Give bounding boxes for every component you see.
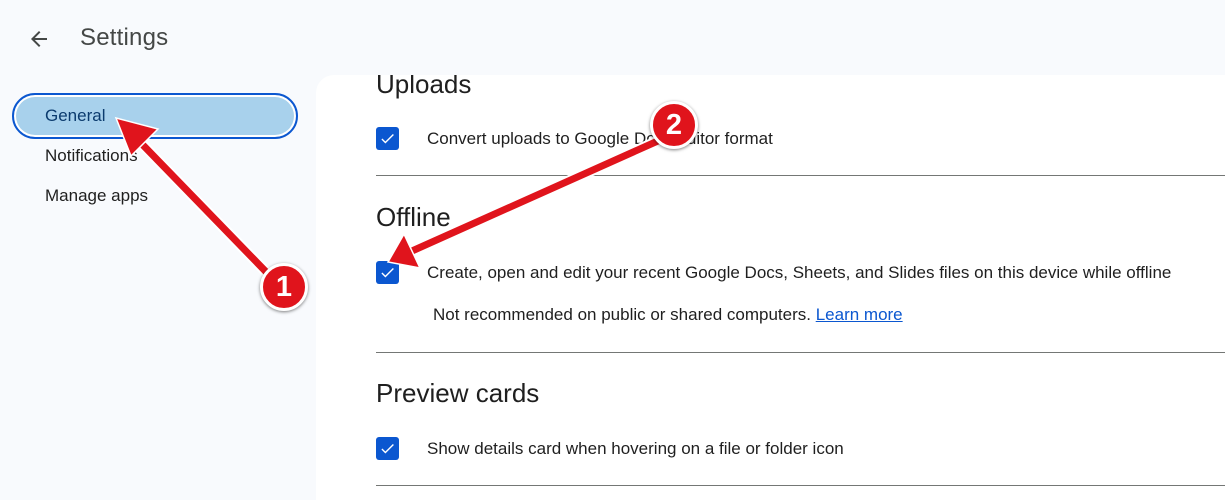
sidebar-item-manage-apps[interactable]: Manage apps <box>12 173 298 219</box>
sidebar-item-label: General <box>45 106 106 125</box>
option-row-convert-uploads: Convert uploads to Google Docs editor fo… <box>376 127 773 150</box>
section-title-preview-cards: Preview cards <box>376 378 540 408</box>
callout-badge-1: 1 <box>260 263 308 311</box>
learn-more-link[interactable]: Learn more <box>816 305 903 324</box>
section-divider <box>376 485 1225 486</box>
top-bar: Settings <box>0 0 1225 75</box>
settings-panel: Uploads Convert uploads to Google Docs e… <box>316 75 1225 500</box>
page-title: Settings <box>80 24 169 51</box>
convert-uploads-checkbox[interactable] <box>376 127 399 150</box>
offline-note: Not recommended on public or shared comp… <box>433 305 903 325</box>
checkmark-icon <box>381 443 394 454</box>
section-title-offline: Offline <box>376 202 451 232</box>
offline-note-text: Not recommended on public or shared comp… <box>433 305 811 324</box>
sidebar-item-label: Manage apps <box>45 186 149 205</box>
arrow-back-icon <box>31 31 47 47</box>
section-title-uploads: Uploads <box>376 75 472 99</box>
sidebar-item-label: Notifications <box>45 146 138 165</box>
preview-cards-checkbox[interactable] <box>376 437 399 460</box>
offline-label: Create, open and edit your recent Google… <box>427 262 1172 282</box>
checkmark-icon <box>381 133 394 144</box>
option-row-preview-cards: Show details card when hovering on a fil… <box>376 437 844 460</box>
offline-checkbox[interactable] <box>376 261 399 284</box>
convert-uploads-label: Convert uploads to Google Docs editor fo… <box>427 128 773 148</box>
section-divider <box>376 352 1225 353</box>
callout-badge-2: 2 <box>650 101 698 149</box>
checkmark-icon <box>381 267 394 278</box>
back-button[interactable] <box>22 22 56 56</box>
section-divider <box>376 175 1225 176</box>
preview-cards-label: Show details card when hovering on a fil… <box>427 438 844 458</box>
option-row-offline: Create, open and edit your recent Google… <box>376 261 1171 284</box>
